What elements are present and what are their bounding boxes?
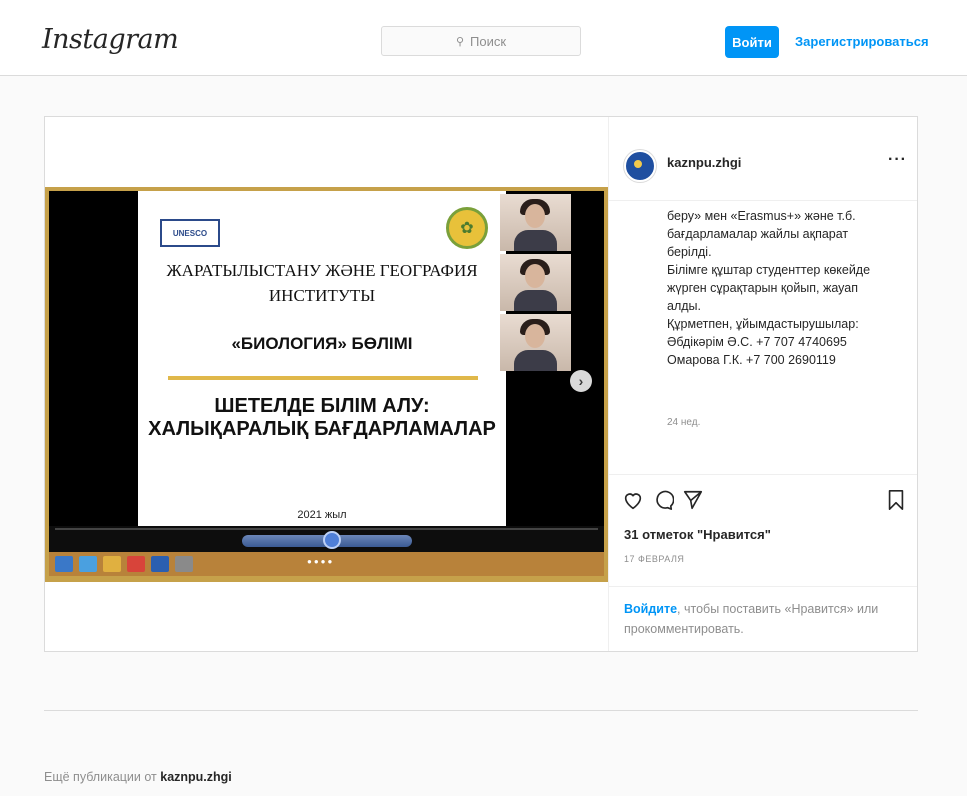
folder-icon xyxy=(103,556,121,572)
search-input[interactable]: ⚲ Поиск xyxy=(381,26,581,56)
search-placeholder: Поиск xyxy=(470,33,507,49)
login-prompt: Войдите, чтобы поставить «Нравится» или … xyxy=(608,586,917,651)
share-icon[interactable] xyxy=(682,489,704,511)
video-screen: UNESCO ✿ ЖАРАТЫЛЫСТАНУ ЖӘНЕ ГЕОГРАФИЯ ИН… xyxy=(49,191,604,576)
post-username[interactable]: kaznpu.zhgi xyxy=(667,155,741,170)
caption-line: берілді. xyxy=(667,245,712,259)
chrome-icon xyxy=(127,556,145,572)
caption-line: Құрметпен, ұйымдастырушылар: xyxy=(667,317,859,331)
post-header: kaznpu.zhgi ··· xyxy=(608,117,917,201)
post-actions: 31 отметок "Нравится" 17 ФЕВРАЛЯ xyxy=(608,474,917,586)
app-icon xyxy=(175,556,193,572)
slide-institute-line2: ИНСТИТУТЫ xyxy=(268,286,376,305)
slide-year: 2021 жыл xyxy=(297,509,347,521)
next-slide-icon[interactable]: › xyxy=(570,370,592,392)
unesco-logo: UNESCO xyxy=(160,219,220,247)
slide-title-line1: ШЕТЕЛДЕ БІЛІМ АЛУ: xyxy=(214,395,430,417)
signup-link[interactable]: Зарегистрироваться xyxy=(795,34,929,49)
likes-count[interactable]: 31 отметок "Нравится" xyxy=(624,527,771,542)
start-icon xyxy=(55,556,73,572)
caption-line: Білімге құштар студенттер көкейде xyxy=(667,263,871,277)
caption-line: беру» мен «Erasmus+» және т.б. xyxy=(667,209,856,223)
top-bar: Instagram ⚲ Поиск Войти Зарегистрировать… xyxy=(0,0,967,76)
more-posts-prefix: Ещё публикации от xyxy=(44,770,161,784)
video-frame[interactable]: UNESCO ✿ ЖАРАТЫЛЫСТАНУ ЖӘНЕ ГЕОГРАФИЯ ИН… xyxy=(45,187,608,582)
caption-line: Әбдікәрім Ә.С. +7 707 4740695 xyxy=(667,335,847,349)
caption-line: бағдарламалар жайлы ақпарат xyxy=(667,227,849,241)
presentation-slide: UNESCO ✿ ЖАРАТЫЛЫСТАНУ ЖӘНЕ ГЕОГРАФИЯ ИН… xyxy=(138,191,506,526)
comment-icon[interactable] xyxy=(652,489,674,511)
more-posts-heading: Ещё публикации от kaznpu.zhgi xyxy=(44,770,232,784)
post-card: UNESCO ✿ ЖАРАТЫЛЫСТАНУ ЖӘНЕ ГЕОГРАФИЯ ИН… xyxy=(44,116,918,652)
webcam-tile xyxy=(500,194,571,251)
participant-webcams xyxy=(500,194,571,371)
bookmark-icon[interactable] xyxy=(885,489,907,511)
more-options-icon[interactable]: ··· xyxy=(888,151,907,169)
slide-divider xyxy=(168,376,478,380)
post-sidebar: kaznpu.zhgi ··· беру» мен «Erasmus+» жән… xyxy=(608,117,917,651)
caption-line: жүрген сұрақтарын қойып, жауап xyxy=(667,281,859,295)
post-caption: беру» мен «Erasmus+» және т.б. бағдарлам… xyxy=(667,207,897,369)
word-icon xyxy=(151,556,169,572)
login-button[interactable]: Войти xyxy=(725,26,779,58)
browser-icon xyxy=(79,556,97,572)
section-divider xyxy=(44,710,918,711)
media-player-bar xyxy=(49,526,604,552)
player-progress[interactable] xyxy=(55,528,598,530)
carousel-dots: ●●●● xyxy=(307,557,335,566)
login-link[interactable]: Войдите xyxy=(624,602,677,616)
slide-institute-line1: ЖАРАТЫЛЫСТАНУ ЖӘНЕ ГЕОГРАФИЯ xyxy=(166,261,478,280)
caption-line: Омарова Г.К. +7 700 2690119 xyxy=(667,353,836,367)
university-emblem: ✿ xyxy=(446,207,488,249)
post-date[interactable]: 17 ФЕВРАЛЯ xyxy=(624,554,684,564)
slide-department: «БИОЛОГИЯ» БӨЛІМІ xyxy=(231,334,413,353)
webcam-tile xyxy=(500,314,571,371)
search-icon: ⚲ xyxy=(455,35,465,48)
caption-time[interactable]: 24 нед. xyxy=(667,417,700,428)
instagram-logo[interactable]: Instagram xyxy=(42,24,179,55)
slide-title-line2: ХАЛЫҚАРАЛЫҚ БАҒДАРЛАМАЛАР xyxy=(148,418,496,440)
avatar[interactable] xyxy=(624,150,656,182)
more-posts-account-link[interactable]: kaznpu.zhgi xyxy=(160,770,232,784)
heart-icon[interactable] xyxy=(622,489,644,511)
play-pause-icon[interactable] xyxy=(323,531,341,549)
post-media: UNESCO ✿ ЖАРАТЫЛЫСТАНУ ЖӘНЕ ГЕОГРАФИЯ ИН… xyxy=(45,117,609,651)
webcam-tile xyxy=(500,254,571,311)
caption-line: алды. xyxy=(667,299,701,313)
